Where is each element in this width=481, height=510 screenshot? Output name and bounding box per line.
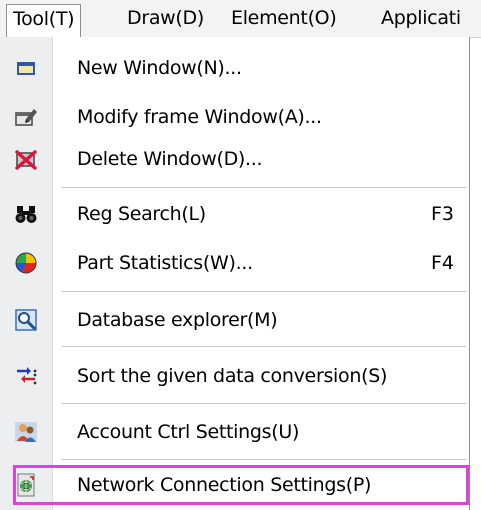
menu-item-label: Delete Window(D)... [77,148,263,170]
delete-icon [14,147,38,171]
menu-separator [62,403,466,404]
menu-bar: Tool(T) Draw(D) Element(O) Applicati [0,0,481,38]
menu-draw[interactable]: Draw(D) [127,4,204,32]
binoculars-icon [14,202,38,226]
menu-tool[interactable]: Tool(T) [6,4,82,37]
menu-item-shortcut: F3 [430,203,454,225]
menu-item-shortcut: F4 [430,252,454,274]
menu-element[interactable]: Element(O) [231,4,337,32]
menu-item-label: Sort the given data conversion(S) [77,365,388,387]
menu-application[interactable]: Applicati [381,4,461,32]
menu-item-new-window[interactable]: New Window(N)... [2,47,468,89]
menu-separator [62,187,466,188]
window-icon [14,56,38,80]
sort-icon [14,364,38,388]
menu-item-label: New Window(N)... [77,57,242,79]
menu-separator [62,346,466,347]
magnifier-icon [14,308,38,332]
menu-item-label: Modify frame Window(A)... [77,106,322,128]
menu-separator [62,459,466,460]
menu-item-label: Reg Search(L) [77,203,206,225]
menu-item-sort-data-conversion[interactable]: Sort the given data conversion(S) [2,355,468,397]
menu-item-database-explorer[interactable]: Database explorer(M) [2,299,468,341]
menu-item-label: Database explorer(M) [77,309,278,331]
users-icon [14,420,38,444]
menu-item-reg-search[interactable]: Reg Search(L) F3 [2,193,468,235]
menu-item-modify-frame-window[interactable]: Modify frame Window(A)... [2,96,468,138]
pie-chart-icon [14,251,38,275]
menu-item-account-ctrl-settings[interactable]: Account Ctrl Settings(U) [2,411,468,453]
highlight-annotation-box [13,465,469,505]
menu-item-label: Part Statistics(W)... [77,252,253,274]
menu-item-label: Account Ctrl Settings(U) [77,421,300,443]
menu-item-part-statistics[interactable]: Part Statistics(W)... F4 [2,242,468,284]
edit-window-icon [14,105,38,129]
menu-separator [62,291,466,292]
menu-item-delete-window[interactable]: Delete Window(D)... [2,138,468,180]
